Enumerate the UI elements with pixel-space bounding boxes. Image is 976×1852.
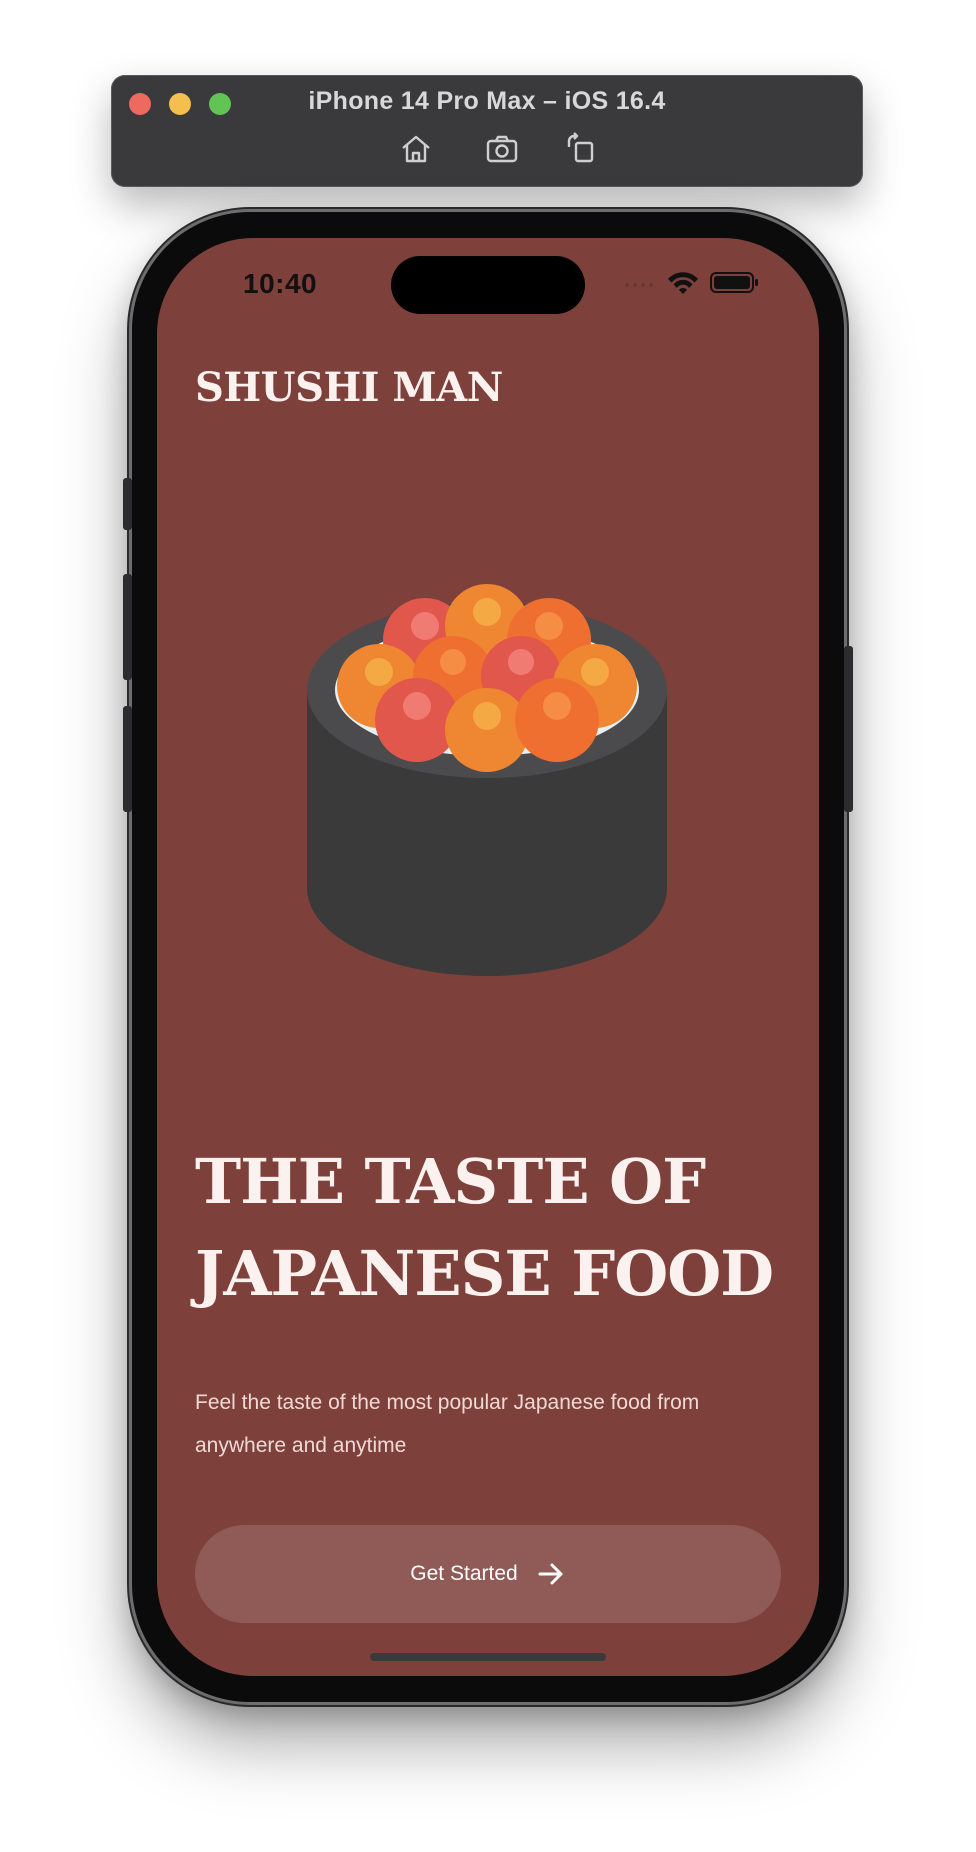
status-icons — [625, 272, 758, 294]
sushi-roll-illustration — [307, 584, 667, 976]
power-button[interactable] — [844, 646, 853, 812]
cellular-icon — [625, 283, 653, 287]
battery-icon — [710, 272, 758, 293]
get-started-button[interactable]: Get Started — [195, 1525, 781, 1623]
simulator-title: iPhone 14 Pro Max – iOS 16.4 — [308, 87, 666, 115]
volume-up-button[interactable] — [123, 574, 132, 680]
home-icon[interactable] — [398, 131, 434, 167]
rotate-icon[interactable] — [563, 131, 599, 167]
home-indicator[interactable] — [370, 1653, 606, 1661]
dynamic-island — [391, 256, 585, 314]
screenshot-icon[interactable] — [484, 131, 520, 167]
app-screen: 10:40 SHUSHI MAN THE TASTE OF JAPANESE F… — [157, 238, 819, 1676]
action-button[interactable] — [123, 478, 132, 530]
arrow-right-icon — [538, 1563, 563, 1585]
subtitle: Feel the taste of the most popular Japan… — [195, 1391, 700, 1457]
headline: THE TASTE OF JAPANESE FOOD — [195, 1136, 795, 1320]
status-time: 10:40 — [243, 268, 318, 299]
get-started-label: Get Started — [410, 1562, 518, 1585]
wifi-icon — [668, 272, 698, 294]
headline-line-1: THE TASTE OF — [195, 1145, 706, 1218]
simulator-toolbar: iPhone 14 Pro Max – iOS 16.4 — [111, 75, 863, 187]
volume-down-button[interactable] — [123, 706, 132, 812]
brand-title: SHUSHI MAN — [195, 364, 503, 411]
headline-line-2: JAPANESE FOOD — [195, 1237, 774, 1310]
